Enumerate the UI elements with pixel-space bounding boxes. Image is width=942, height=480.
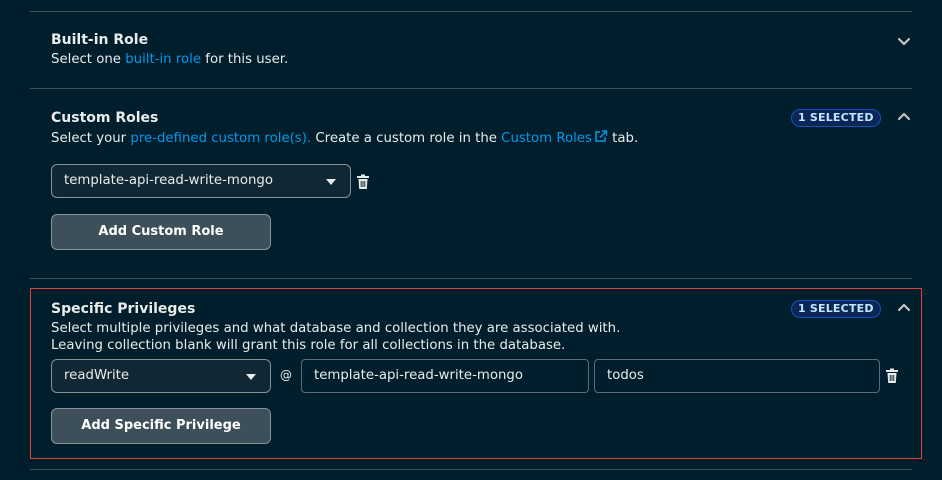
specific-privileges-selected-badge: 1 SELECTED [791,300,881,318]
custom-roles-selected-badge: 1 SELECTED [791,109,881,127]
specific-privileges-description-line2: Leaving collection blank will grant this… [51,338,566,353]
custom-roles-title: Custom Roles [51,110,159,126]
add-specific-privilege-button[interactable]: Add Specific Privilege [51,408,271,444]
add-custom-role-button[interactable]: Add Custom Role [51,214,271,250]
remove-custom-role-trash-icon[interactable] [356,174,370,190]
builtin-role-link[interactable]: built-in role [125,52,201,67]
custom-role-select[interactable]: template-api-read-write-mongo [51,164,351,198]
specific-privileges-title: Specific Privileges [51,301,196,317]
specific-privileges-description-line1: Select multiple privileges and what data… [51,321,621,336]
collection-input-value: todos [607,368,644,383]
custom-role-select-value: template-api-read-write-mongo [64,173,273,188]
builtin-role-title: Built-in Role [51,32,149,48]
privilege-select-value: readWrite [64,368,130,383]
custom-roles-tab-link[interactable]: Custom Roles [501,130,608,146]
external-link-icon [595,130,608,142]
caret-down-icon [326,179,336,185]
top-divider [30,11,912,12]
divider [30,278,912,279]
custom-roles-collapse-chevron-up-icon[interactable] [896,109,912,125]
specific-privileges-collapse-chevron-up-icon[interactable] [896,300,912,316]
pre-defined-custom-roles-link[interactable]: pre-defined custom role(s). [130,131,311,146]
divider [30,88,912,89]
privilege-select[interactable]: readWrite [51,359,271,393]
database-input-value: template-api-read-write-mongo [314,368,523,383]
at-symbol: @ [280,368,292,382]
collection-input[interactable]: todos [594,359,880,393]
custom-roles-description: Select your pre-defined custom role(s). … [51,130,639,146]
caret-down-icon [246,374,256,380]
database-input[interactable]: template-api-read-write-mongo [301,359,589,393]
remove-privilege-trash-icon[interactable] [885,368,899,384]
builtin-role-description: Select one built-in role for this user. [51,52,289,67]
bottom-divider [30,469,912,470]
builtin-role-expand-chevron-down-icon[interactable] [896,33,912,49]
